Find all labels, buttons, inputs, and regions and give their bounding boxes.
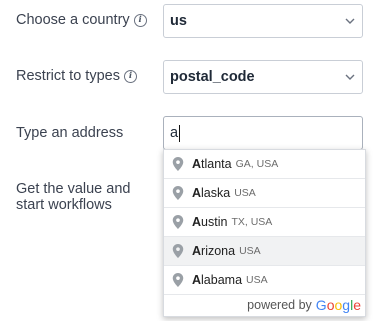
chevron-down-icon [338,5,362,37]
country-select-value: us [170,13,187,29]
types-label: Restrict to types i [16,68,137,84]
suggestion-item[interactable]: Alabama USA [164,266,365,295]
workflow-label-line2: start workflows [16,197,112,213]
location-pin-icon [172,186,184,200]
suggestion-secondary: USA [239,245,261,257]
autocomplete-dropdown: Atlanta GA, USA Alaska USA Austin TX, US… [163,149,366,317]
suggestion-secondary: TX, USA [231,216,273,228]
address-label-text: Type an address [16,125,124,141]
suggestion-match: A [192,244,202,258]
country-label: Choose a country i [16,12,147,28]
suggestion-item[interactable]: Austin TX, USA [164,208,365,237]
suggestion-main: ustin [201,215,228,229]
types-select[interactable]: postal_code [163,60,363,94]
powered-by-google: powered by Google [247,294,361,315]
location-pin-icon [172,244,184,258]
country-select[interactable]: us [163,4,363,38]
workflow-label: Get the value and start workflows [16,181,130,213]
location-pin-icon [172,215,184,229]
suggestion-item[interactable]: Atlanta GA, USA [164,150,365,179]
powered-by-text: powered by [247,297,312,312]
suggestion-match: A [192,273,202,287]
address-input-value: a [170,125,179,141]
types-select-value: postal_code [170,69,255,85]
suggestion-match: A [192,186,202,200]
suggestion-secondary: USA [234,187,256,199]
text-cursor [179,124,181,142]
suggestion-item[interactable]: Arizona USA [164,237,365,266]
country-label-text: Choose a country [16,12,130,28]
address-input[interactable]: a [163,116,363,150]
suggestion-main: rizona [201,244,236,258]
suggestion-main: laska [201,186,231,200]
google-logo: Google [315,296,361,313]
workflow-label-line1: Get the value and [16,181,131,197]
suggestion-match: A [192,215,202,229]
info-icon[interactable]: i [133,13,147,27]
info-icon[interactable]: i [123,69,137,83]
suggestion-item[interactable]: Alaska USA [164,179,365,208]
suggestion-match: A [192,157,202,171]
types-label-text: Restrict to types [16,68,120,84]
suggestion-secondary: USA [246,274,268,286]
address-label: Type an address [16,125,123,141]
location-pin-icon [172,273,184,287]
location-pin-icon [172,157,184,171]
suggestion-main: labama [201,273,243,287]
suggestion-main: tlanta [201,157,232,171]
chevron-down-icon [338,61,362,93]
suggestion-secondary: GA, USA [235,158,279,170]
